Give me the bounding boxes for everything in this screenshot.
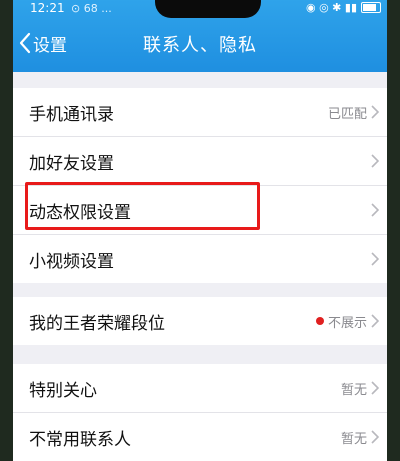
row-right (367, 154, 379, 168)
status-time: 12:21 (30, 1, 65, 15)
settings-group-special: 特别关心 暂无 不常用联系人 暂无 (13, 364, 387, 461)
phone-bezel-right (387, 0, 400, 461)
screen: 12:21 ⊙ 68 ... ◉ ◎ ✱ ▮▮ 设置 联系人、隐私 手机通讯录 … (13, 0, 387, 461)
row-label: 小视频设置 (29, 251, 114, 272)
status-icons: ◉ ◎ ✱ ▮▮ (305, 1, 357, 14)
row-right: 暂无 (341, 428, 379, 447)
camera-notch (155, 0, 261, 18)
battery-icon (361, 2, 381, 13)
highlight-annotation-box (25, 182, 260, 230)
row-honor-of-kings-rank[interactable]: 我的王者荣耀段位 不展示 (13, 297, 387, 345)
row-label: 特别关心 (29, 380, 97, 401)
row-phone-contacts[interactable]: 手机通讯录 已匹配 (13, 88, 387, 137)
row-add-friend-settings[interactable]: 加好友设置 (13, 137, 387, 186)
chevron-right-icon (371, 381, 379, 395)
row-right: 不展示 (315, 312, 379, 331)
row-value: 暂无 (340, 431, 367, 447)
chevron-right-icon (371, 430, 379, 444)
row-infrequent-contacts[interactable]: 不常用联系人 暂无 (13, 413, 387, 461)
row-value: 已匹配 (327, 106, 367, 122)
row-label: 手机通讯录 (29, 104, 114, 125)
chevron-right-icon (371, 252, 379, 266)
row-short-video-settings[interactable]: 小视频设置 (13, 235, 387, 283)
row-label: 加好友设置 (29, 153, 114, 174)
chevron-right-icon (371, 105, 379, 119)
chevron-right-icon (371, 154, 379, 168)
row-right (367, 203, 379, 217)
nav-header: 12:21 ⊙ 68 ... ◉ ◎ ✱ ▮▮ 设置 联系人、隐私 (13, 0, 387, 72)
phone-bezel-left (0, 0, 13, 461)
red-dot-icon (315, 317, 324, 325)
settings-group-game-rank: 我的王者荣耀段位 不展示 (13, 297, 387, 345)
row-special-care[interactable]: 特别关心 暂无 (13, 364, 387, 413)
row-value: 暂无 (340, 382, 367, 398)
chevron-right-icon (371, 203, 379, 217)
row-value: 不展示 (327, 315, 367, 331)
row-right: 已匹配 (328, 103, 379, 122)
status-indicators: ⊙ 68 ... (71, 2, 112, 15)
row-label: 我的王者荣耀段位 (29, 313, 165, 334)
page-title: 联系人、隐私 (143, 35, 257, 56)
row-label: 不常用联系人 (29, 429, 131, 450)
status-right-icons: ◉ ◎ ✱ ▮▮ (306, 1, 381, 14)
row-right (367, 252, 379, 266)
row-right: 暂无 (341, 379, 379, 398)
chevron-right-icon (371, 314, 379, 328)
